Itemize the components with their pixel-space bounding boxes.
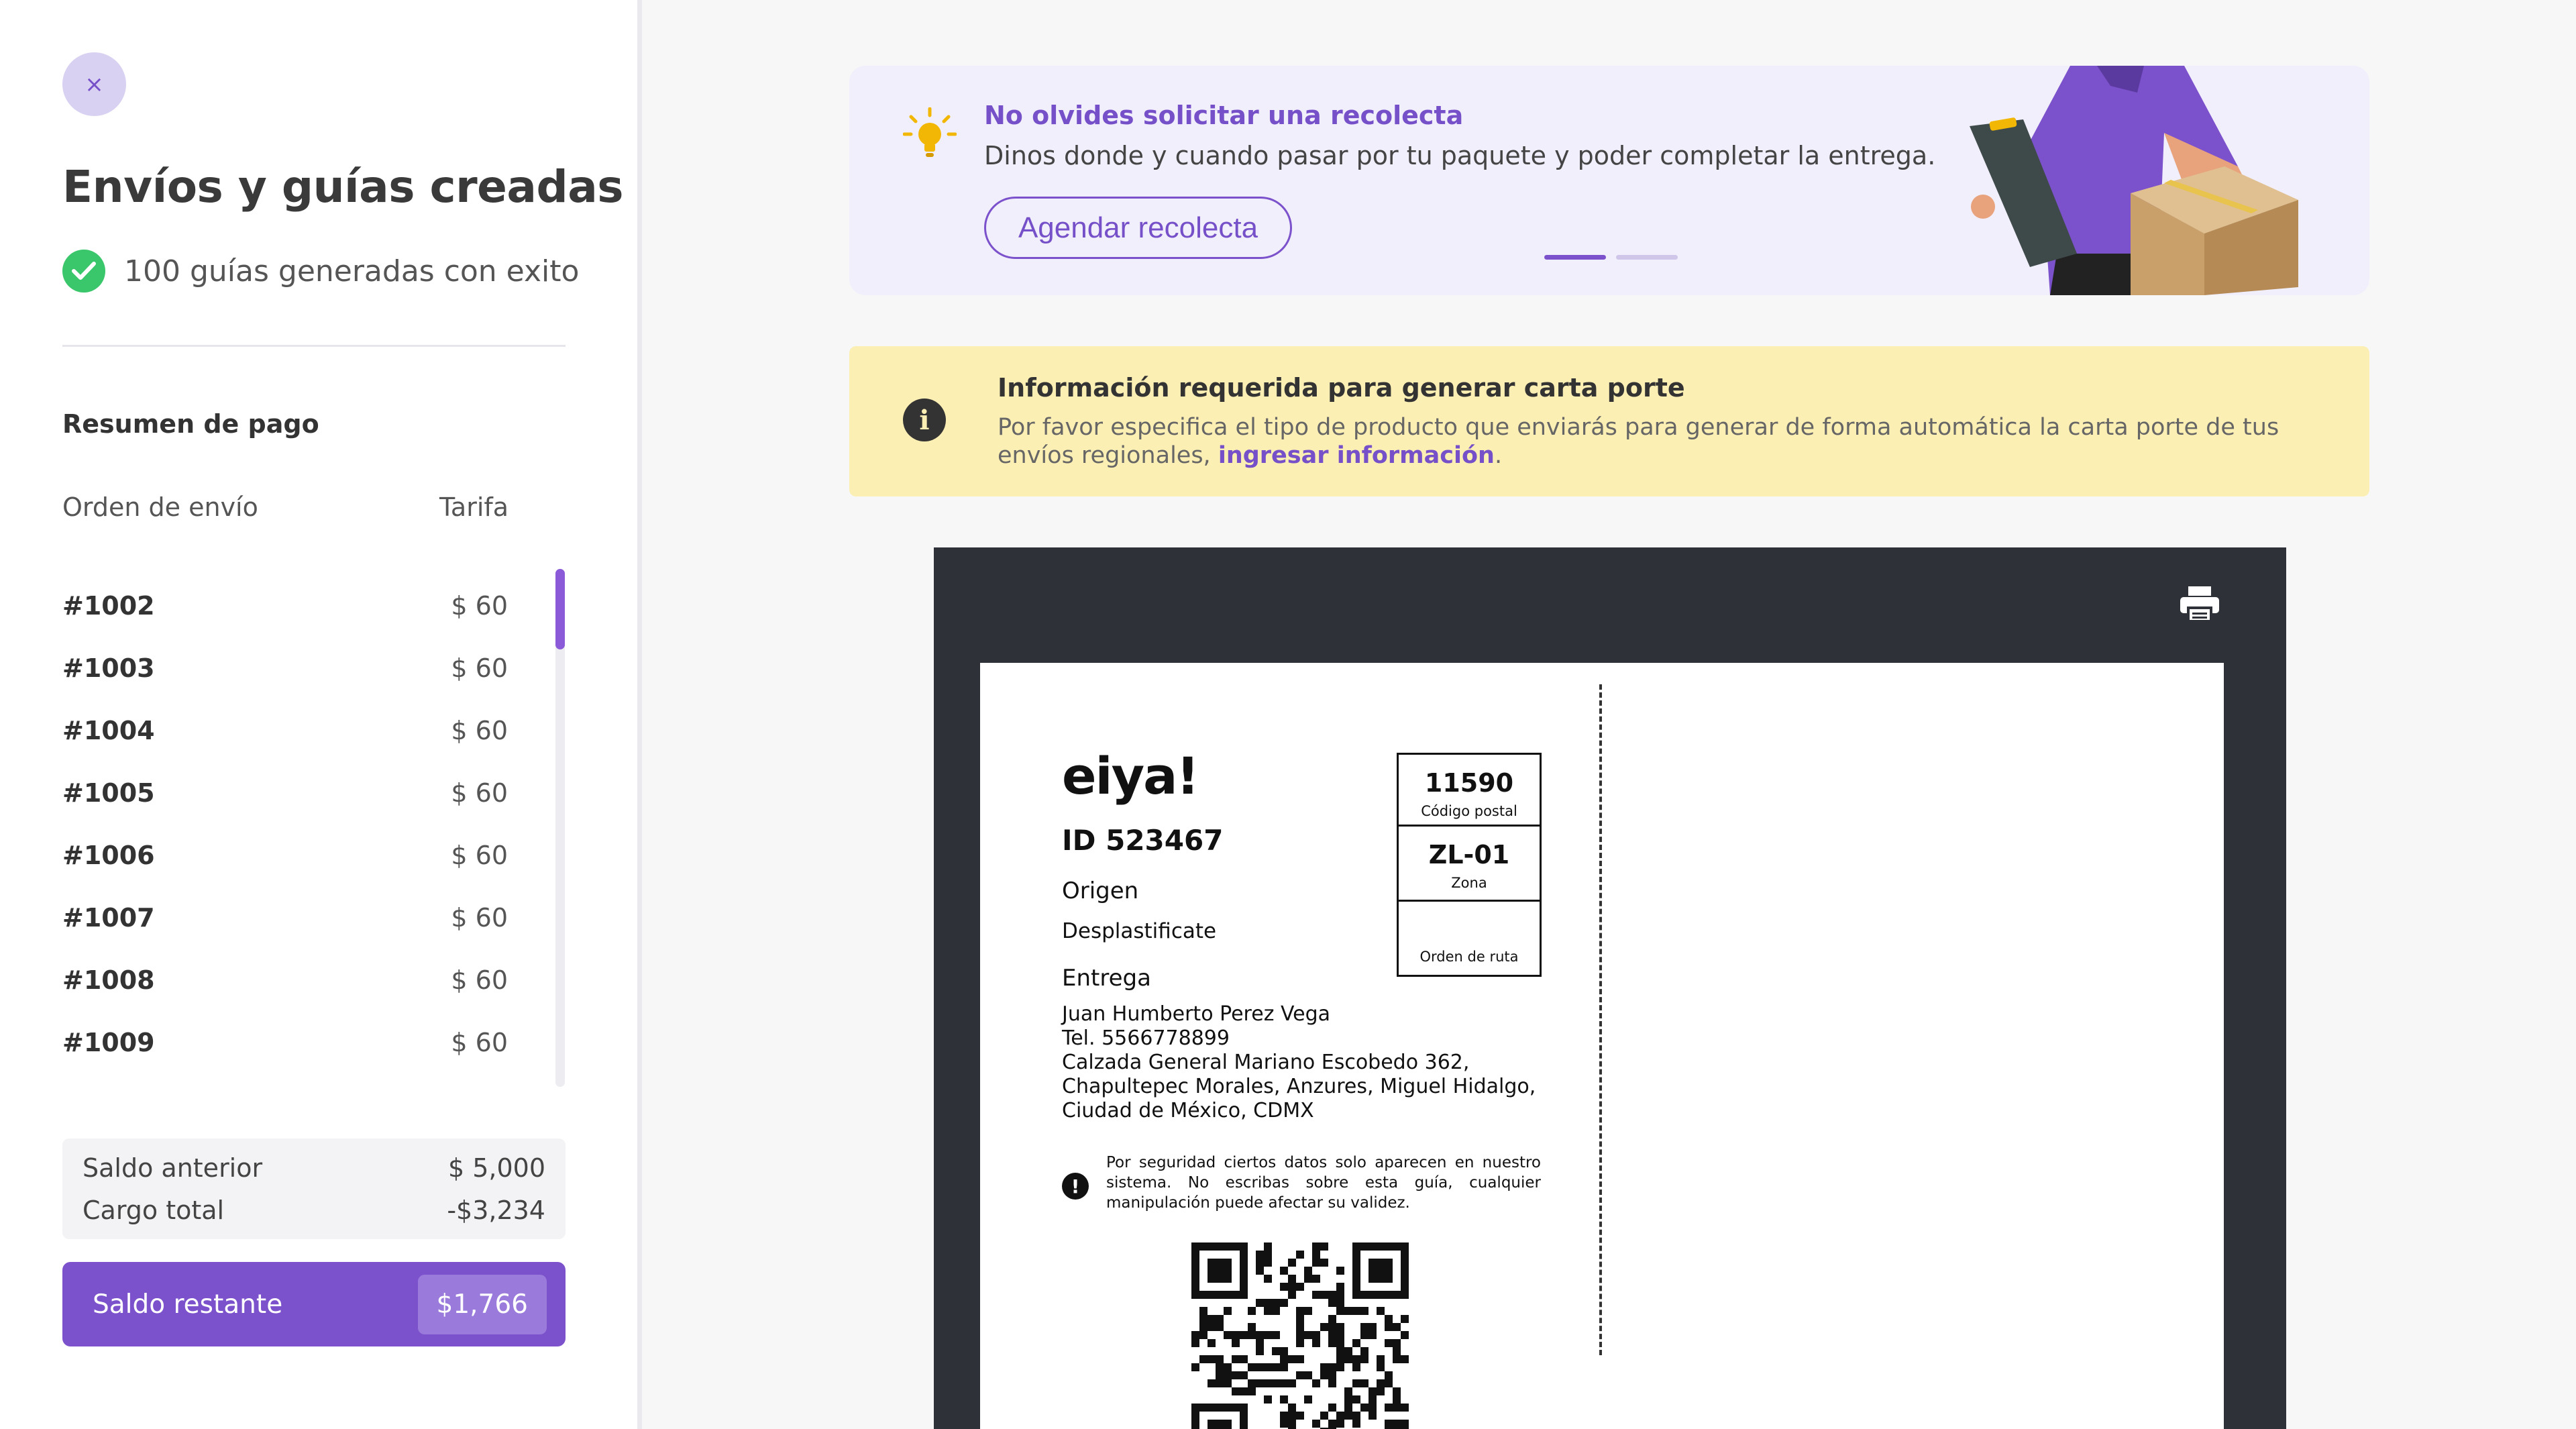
order-price: $ 60 bbox=[451, 902, 508, 933]
previous-balance-label: Saldo anterior bbox=[83, 1153, 263, 1183]
list-item: #1007 $ 60 bbox=[62, 886, 508, 949]
eiya-logo: eiya! bbox=[1062, 746, 1199, 806]
alert-icon: ! bbox=[1062, 1173, 1089, 1200]
origin-heading: Origen bbox=[1062, 878, 1139, 904]
address-line: Tel. 5566778899 bbox=[1062, 1026, 1230, 1050]
order-price: $ 60 bbox=[451, 653, 508, 683]
address-line: Juan Humberto Perez Vega bbox=[1062, 1002, 1331, 1026]
remaining-balance-label: Saldo restante bbox=[93, 1289, 283, 1320]
info-icon: i bbox=[903, 399, 946, 441]
list-item: #1005 $ 60 bbox=[62, 761, 508, 824]
zone-box: ZL-01 Zona bbox=[1397, 827, 1542, 902]
list-item: #1009 $ 60 bbox=[62, 1011, 508, 1073]
origin-value: Desplastificate bbox=[1062, 919, 1217, 943]
previous-balance-value: $ 5,000 bbox=[447, 1153, 545, 1183]
orders-list[interactable]: #1002 $ 60 #1003 $ 60 #1004 $ 60 #1005 $ 60 … bbox=[62, 574, 508, 1084]
schedule-pickup-button[interactable]: Agendar recolecta bbox=[984, 197, 1292, 259]
address-line: Calzada General Mariano Escobedo 362, bbox=[1062, 1051, 1470, 1074]
postal-code-box: 11590 Código postal bbox=[1397, 753, 1542, 827]
order-price: $ 60 bbox=[451, 715, 508, 745]
balance-summary: Saldo anterior $ 5,000 Cargo total -$3,2… bbox=[62, 1139, 566, 1239]
printer-icon[interactable] bbox=[2179, 585, 2220, 625]
order-id: #1003 bbox=[62, 653, 155, 683]
pickup-banner: No olvides solicitar una recolecta Dinos… bbox=[849, 66, 2369, 295]
address-line: Ciudad de México, CDMX bbox=[1062, 1099, 1314, 1122]
zone-value: ZL-01 bbox=[1428, 840, 1510, 869]
warning-period: . bbox=[1494, 442, 1503, 469]
warning-text: Por favor especifica el tipo de producto… bbox=[998, 413, 2306, 470]
order-price: $ 60 bbox=[451, 965, 508, 995]
order-id: #1008 bbox=[62, 965, 155, 995]
zone-caption: Zona bbox=[1451, 875, 1487, 891]
banner-title: No olvides solicitar una recolecta bbox=[984, 101, 1464, 130]
success-message: 100 guías generadas con exito bbox=[62, 250, 579, 293]
close-button[interactable]: × bbox=[62, 52, 126, 116]
postal-code-value: 11590 bbox=[1424, 768, 1514, 798]
list-item: #1002 $ 60 bbox=[62, 574, 508, 637]
total-charge-value: -$3,234 bbox=[447, 1195, 545, 1225]
previous-balance-row: Saldo anterior $ 5,000 bbox=[83, 1147, 545, 1189]
order-id: #1007 bbox=[62, 902, 155, 933]
total-charge-row: Cargo total -$3,234 bbox=[83, 1189, 545, 1231]
carta-porte-warning: i Información requerida para generar car… bbox=[849, 346, 2369, 496]
order-id: #1006 bbox=[62, 840, 155, 870]
order-id: #1004 bbox=[62, 715, 155, 745]
route-order-box: Orden de ruta bbox=[1397, 902, 1542, 977]
warning-body: Por favor especifica el tipo de producto… bbox=[998, 414, 2279, 469]
lightbulb-icon bbox=[902, 107, 957, 164]
order-price: $ 60 bbox=[451, 778, 508, 808]
shipment-sidebar: × Envíos y guías creadas 100 guías gener… bbox=[0, 0, 642, 1429]
divider bbox=[62, 345, 566, 347]
shipment-id: ID 523467 bbox=[1062, 824, 1224, 857]
enter-information-link[interactable]: ingresar información bbox=[1218, 442, 1495, 469]
sidebar-title: Envíos y guías creadas bbox=[62, 161, 624, 213]
list-item: #1004 $ 60 bbox=[62, 699, 508, 761]
postal-code-caption: Código postal bbox=[1421, 803, 1517, 819]
carousel-dot[interactable] bbox=[1616, 255, 1678, 260]
order-price: $ 60 bbox=[451, 840, 508, 870]
remaining-balance-amount: $1,766 bbox=[417, 1274, 547, 1334]
banner-text: Dinos donde y cuando pasar por tu paquet… bbox=[984, 141, 1936, 170]
remaining-balance: Saldo restante $1,766 bbox=[62, 1262, 566, 1346]
delivery-address: Juan Humberto Perez Vega Tel. 5566778899… bbox=[1062, 1002, 1536, 1123]
route-order-caption: Orden de ruta bbox=[1419, 949, 1519, 965]
order-price: $ 60 bbox=[451, 1027, 508, 1057]
column-header-order: Orden de envío bbox=[62, 492, 258, 522]
order-id: #1005 bbox=[62, 778, 155, 808]
list-item: #1003 $ 60 bbox=[62, 637, 508, 699]
address-line: Chapultepec Morales, Anzures, Miguel Hid… bbox=[1062, 1075, 1536, 1098]
courier-illustration bbox=[1970, 66, 2298, 295]
cut-line bbox=[1599, 684, 1602, 1355]
order-price: $ 60 bbox=[451, 590, 508, 621]
list-item: #1008 $ 60 bbox=[62, 949, 508, 1011]
close-icon: × bbox=[85, 70, 104, 98]
check-circle-icon bbox=[62, 250, 105, 293]
total-charge-label: Cargo total bbox=[83, 1195, 225, 1225]
security-note: Por seguridad ciertos datos solo aparece… bbox=[1106, 1154, 1541, 1212]
qr-code bbox=[1191, 1242, 1409, 1429]
success-text: 100 guías generadas con exito bbox=[124, 254, 580, 288]
warning-title: Información requerida para generar carta… bbox=[998, 373, 1685, 403]
payment-summary-title: Resumen de pago bbox=[62, 409, 319, 439]
column-header-rate: Tarifa bbox=[439, 492, 509, 522]
delivery-heading: Entrega bbox=[1062, 965, 1151, 992]
order-id: #1002 bbox=[62, 590, 155, 621]
scrollbar-thumb[interactable] bbox=[555, 569, 565, 649]
carousel-dot-active[interactable] bbox=[1544, 255, 1606, 260]
order-id: #1009 bbox=[62, 1027, 155, 1057]
list-item: #1006 $ 60 bbox=[62, 824, 508, 886]
